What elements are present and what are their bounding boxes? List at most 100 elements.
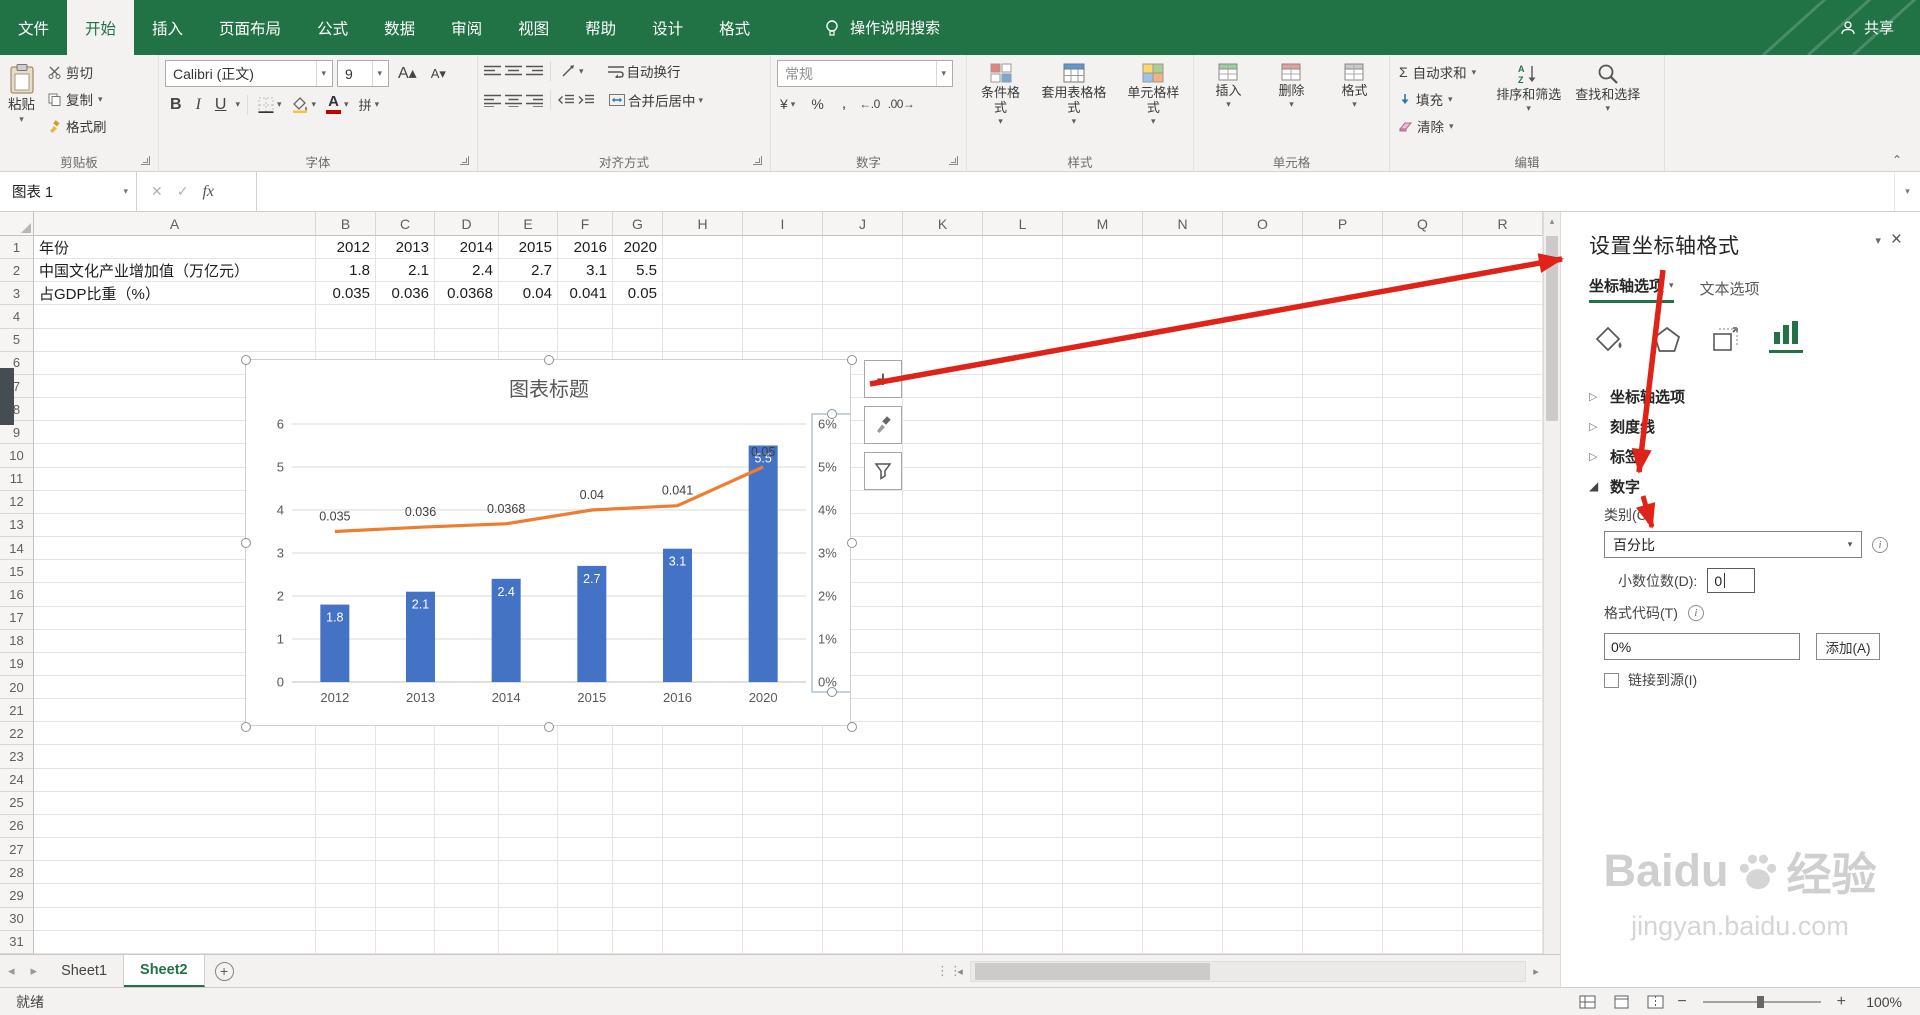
cell-J31[interactable] (823, 930, 903, 954)
format-cells-button[interactable]: 格式 ▾ (1335, 60, 1373, 109)
cell-N25[interactable] (1143, 791, 1223, 815)
cell-L27[interactable] (983, 838, 1063, 862)
cell-D23[interactable] (435, 745, 499, 769)
pane-close-icon[interactable]: × (1891, 230, 1902, 249)
cell-L5[interactable] (983, 328, 1063, 352)
axis-selection-handle[interactable] (827, 409, 837, 419)
cut-button[interactable]: 剪切 (44, 60, 111, 84)
cell-O2[interactable] (1223, 259, 1303, 283)
cell-E31[interactable] (499, 930, 558, 954)
cell-M30[interactable] (1063, 907, 1143, 931)
column-header-O[interactable]: O (1223, 212, 1303, 236)
align-left-icon[interactable] (484, 94, 501, 107)
orientation-button[interactable]: ▾ (558, 63, 587, 79)
row-header-24[interactable]: 24 (0, 768, 34, 792)
cell-E27[interactable] (499, 838, 558, 862)
cell-Q30[interactable] (1383, 907, 1463, 931)
align-middle-icon[interactable] (505, 65, 522, 78)
cell-D26[interactable] (435, 814, 499, 839)
cell-Q28[interactable] (1383, 861, 1463, 885)
cell-E2[interactable]: 2.7 (499, 259, 558, 283)
italic-button[interactable]: I (191, 95, 206, 115)
cell-L29[interactable] (983, 884, 1063, 908)
embedded-chart[interactable]: 0 0% 1 1% 2 2% 3 3% 4 4% 5 5% 6 6% 图表标题 1.8 2012 2.1 2013 2… (241, 355, 857, 732)
accounting-format-button[interactable]: ¥ ▾ (777, 95, 798, 113)
cell-styles-button[interactable]: 单元格样式 ▾ (1117, 60, 1190, 126)
select-all-corner[interactable] (0, 212, 34, 236)
name-box[interactable]: 图表 1 ▾ (0, 172, 137, 211)
cell-E30[interactable] (499, 907, 558, 931)
dialog-launcher-icon[interactable] (460, 156, 469, 165)
cell-B23[interactable] (316, 745, 376, 769)
cell-B25[interactable] (316, 791, 376, 815)
font-color-button[interactable]: A ▾ (323, 94, 352, 115)
cell-A25[interactable] (34, 791, 316, 815)
chart-elements-button[interactable]: + (864, 360, 902, 398)
cell-D31[interactable] (435, 930, 499, 954)
format-painter-button[interactable]: 格式刷 (44, 114, 111, 138)
phonetic-guide-button[interactable]: 拼 ▾ (356, 94, 383, 115)
cell-P12[interactable] (1303, 490, 1383, 514)
cell-C28[interactable] (376, 861, 435, 885)
chevron-down-icon[interactable]: ▾ (235, 100, 240, 109)
cell-O29[interactable] (1223, 884, 1303, 908)
formula-input[interactable] (257, 172, 1894, 211)
cell-K5[interactable] (903, 328, 983, 352)
cell-G28[interactable] (613, 861, 663, 885)
cell-O9[interactable] (1223, 421, 1303, 445)
cell-K23[interactable] (903, 745, 983, 769)
cancel-entry-icon[interactable]: ✕ (151, 183, 163, 200)
cell-N28[interactable] (1143, 861, 1223, 885)
cell-F28[interactable] (558, 861, 613, 885)
paste-button[interactable]: 粘贴 ▾ (3, 60, 40, 126)
sheet-nav-left-icon[interactable]: ◂ (0, 955, 23, 987)
cell-K25[interactable] (903, 791, 983, 815)
cell-G24[interactable] (613, 768, 663, 792)
normal-view-icon[interactable] (1575, 992, 1599, 1012)
cell-R20[interactable] (1463, 675, 1543, 700)
cell-L17[interactable] (983, 606, 1063, 630)
cell-N13[interactable] (1143, 513, 1223, 538)
cell-K27[interactable] (903, 838, 983, 862)
cell-O1[interactable] (1223, 236, 1303, 260)
cell-L9[interactable] (983, 421, 1063, 445)
cell-H25[interactable] (663, 791, 743, 815)
row-header-29[interactable]: 29 (0, 884, 34, 908)
cell-N2[interactable] (1143, 259, 1223, 283)
cell-K26[interactable] (903, 814, 983, 839)
cell-L13[interactable] (983, 513, 1063, 538)
column-header-D[interactable]: D (435, 212, 499, 236)
cell-P29[interactable] (1303, 884, 1383, 908)
format-code-input[interactable]: 0% (1604, 633, 1800, 660)
cell-G1[interactable]: 2020 (613, 236, 663, 260)
cell-P26[interactable] (1303, 814, 1383, 839)
cell-P16[interactable] (1303, 583, 1383, 607)
fill-button[interactable]: 填充 ▾ (1395, 87, 1480, 111)
cell-E5[interactable] (499, 328, 558, 352)
right-axis-tick[interactable]: 0% (818, 675, 837, 690)
cell-H4[interactable] (663, 305, 743, 329)
cell-F24[interactable] (558, 768, 613, 792)
bold-button[interactable]: B (165, 95, 187, 115)
link-to-source-checkbox[interactable] (1604, 672, 1619, 688)
cell-R10[interactable] (1463, 444, 1543, 468)
cell-E29[interactable] (499, 884, 558, 908)
cell-N24[interactable] (1143, 768, 1223, 792)
cell-K10[interactable] (903, 444, 983, 468)
borders-button[interactable]: ▾ (255, 96, 285, 114)
chevron-down-icon[interactable]: ▾ (115, 186, 136, 197)
cell-G27[interactable] (613, 838, 663, 862)
cell-N3[interactable] (1143, 282, 1223, 306)
cell-H1[interactable] (663, 236, 743, 260)
increase-decimal-button[interactable]: ←.0 (859, 97, 880, 111)
sort-filter-button[interactable]: A Z 排序和筛选 ▾ (1490, 60, 1567, 113)
cell-M18[interactable] (1063, 629, 1143, 653)
column-header-Q[interactable]: Q (1383, 212, 1463, 236)
cell-D4[interactable] (435, 305, 499, 329)
cell-M21[interactable] (1063, 699, 1143, 723)
cell-I1[interactable] (743, 236, 823, 260)
right-axis-tick[interactable]: 6% (818, 417, 837, 432)
insert-cells-button[interactable]: 插入 ▾ (1209, 60, 1247, 109)
cell-M23[interactable] (1063, 745, 1143, 769)
row-header-14[interactable]: 14 (0, 537, 34, 561)
